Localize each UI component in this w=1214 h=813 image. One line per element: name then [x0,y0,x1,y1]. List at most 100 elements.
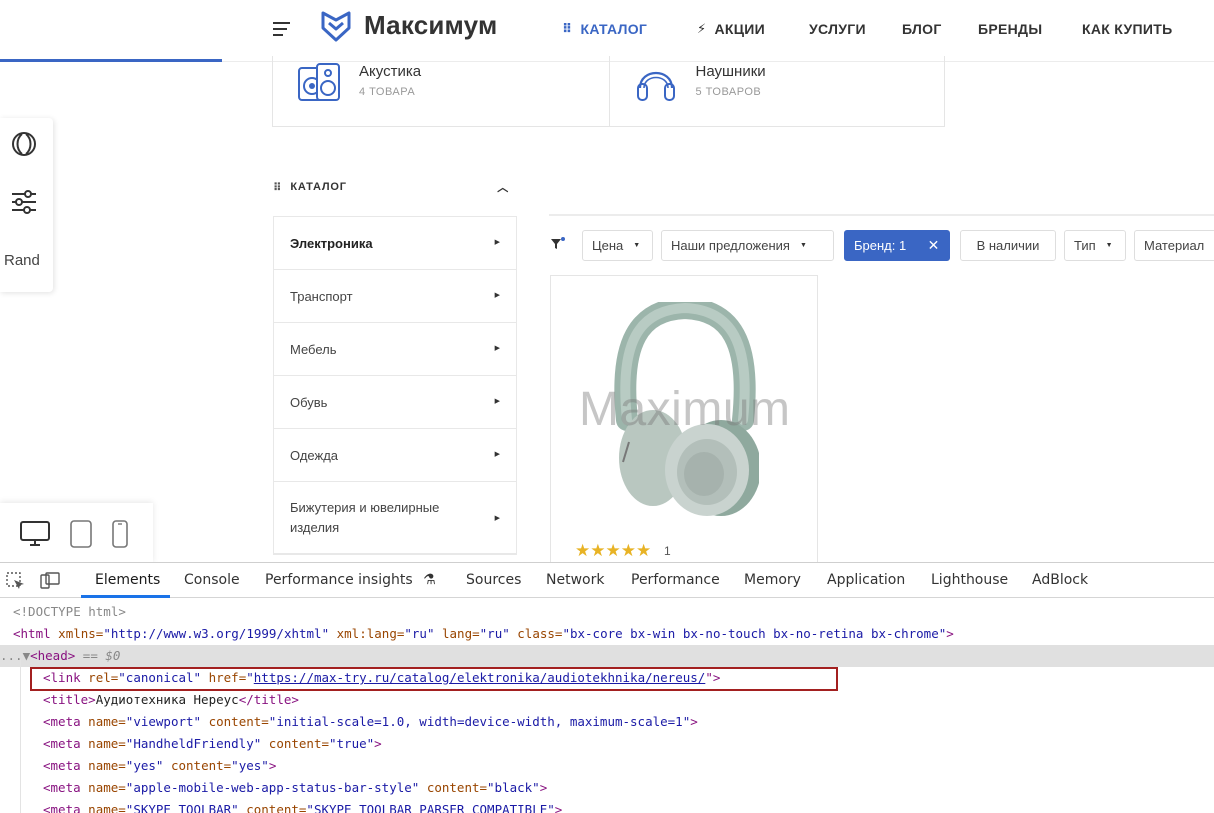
chevron-up-icon[interactable]: ︿ [497,179,509,195]
nav-how-to-buy[interactable]: КАК КУПИТЬ [1082,20,1172,38]
subcategory-name: Наушники [695,63,766,80]
nav-catalog[interactable]: ⠿ КАТАЛОГ [562,20,647,38]
filter-material-label: Материал [1144,238,1205,253]
tab-performance[interactable]: Performance [631,572,720,588]
filter-material[interactable]: Материал [1134,230,1214,261]
tablet-icon[interactable] [70,520,92,548]
desktop-icon[interactable] [20,521,50,547]
subcategory-strip: Акустика 4 ТОВАРА Наушники 5 ТОВАРОВ [272,56,945,127]
filter-price[interactable]: Цена ▼ [582,230,653,261]
filter-offers[interactable]: Наши предложения ▼ [661,230,834,261]
dom-node-title[interactable]: <title>Аудиотехника Нереус</title> [0,689,1214,711]
nav-blog[interactable]: БЛОГ [902,20,942,38]
catalog-item-clothing[interactable]: Одежда ▶ [274,429,516,482]
chevron-right-icon: ▶ [494,292,500,299]
catalog-item-label: Бижутерия и ювелирные изделия [290,499,440,535]
subcategory-count: 4 ТОВАРА [359,86,416,98]
tab-sources[interactable]: Sources [466,572,521,588]
caret-down-icon: ▼ [799,242,807,249]
chevron-right-icon: ▶ [494,398,500,405]
catalog-item-shoes[interactable]: Обувь ▶ [274,376,516,429]
catalog-item-electronics[interactable]: Электроника ▶ [274,217,516,270]
close-icon: ✕ [927,237,940,253]
devtools-tabbar: Elements Console Performance insights ⚗ … [0,563,1214,598]
tab-network[interactable]: Network [546,572,604,588]
tab-performance-insights[interactable]: Performance insights ⚗ [265,572,436,588]
filter-brand-active[interactable]: Бренд: 1 [844,230,918,261]
filter-brand-clear-button[interactable]: ✕ [917,230,950,261]
filter-icon[interactable] [550,236,566,252]
tab-console[interactable]: Console [184,572,240,588]
flask-icon: ⚗ [423,572,436,588]
tab-application[interactable]: Application [827,572,905,588]
grid-dots-icon: ⠿ [562,21,573,36]
expand-triangle-icon[interactable]: ▼ [23,648,31,663]
filter-price-label: Цена [592,238,624,253]
random-label[interactable]: Rand [4,252,40,269]
logo-icon[interactable] [320,10,352,42]
filter-in-stock-label: В наличии [976,238,1040,253]
logo-text[interactable]: Максимум [364,10,497,41]
catalog-heading[interactable]: ⠿ КАТАЛОГ ︿ [273,180,509,194]
filter-type-label: Тип [1074,238,1096,253]
subcategory-count: 5 ТОВАРОВ [695,86,762,98]
nav-how-to-buy-label: КАК КУПИТЬ [1082,21,1173,37]
filters-divider [549,214,1214,216]
menu-burger-icon[interactable] [273,22,290,36]
tab-performance-insights-label: Performance insights [265,572,413,588]
subcategory-name: Акустика [359,63,422,80]
nav-services[interactable]: УСЛУГИ [809,20,866,38]
catalog-item-transport[interactable]: Транспорт ▶ [274,270,516,323]
floating-tools-panel: Rand [0,118,53,292]
product-card[interactable]: Maximum ★★★★★ 1 [550,275,818,575]
nav-services-label: УСЛУГИ [809,21,866,37]
tab-lighthouse[interactable]: Lighthouse [931,572,1008,588]
chevron-right-icon: ▶ [494,345,500,352]
caret-down-icon: ▼ [633,242,641,249]
subcategory-headphones[interactable]: Наушники 5 ТОВАРОВ [608,56,945,126]
caret-down-icon: ▼ [1105,242,1113,249]
device-preview-panel [0,503,153,563]
filter-brand-label: Бренд: 1 [854,238,907,253]
dom-node-meta-yes[interactable]: <meta name="yes" content="yes"> [0,755,1214,777]
settings-sliders-icon[interactable] [10,188,38,216]
lightning-icon: ⚡ [697,21,707,36]
highlight-box [30,667,838,691]
nav-brands-label: БРЕНДЫ [978,21,1043,37]
catalog-item-label: Транспорт [290,288,353,304]
nav-promotions[interactable]: ⚡ АКЦИИ [697,20,765,38]
catalog-item-label: Обувь [290,394,328,410]
tab-adblock[interactable]: AdBlock [1032,572,1088,588]
filter-offers-label: Наши предложения [671,238,790,253]
site-header: Максимум ⠿ КАТАЛОГ ⚡ АКЦИИ УСЛУГИ БЛОГ Б… [0,0,1214,62]
grid-dots-icon: ⠿ [273,181,283,194]
filter-type[interactable]: Тип ▼ [1064,230,1126,261]
nav-blog-label: БЛОГ [902,21,942,37]
catalog-item-furniture[interactable]: Мебель ▶ [274,323,516,376]
rating-count: 1 [664,544,671,558]
catalog-item-label: Одежда [290,447,339,463]
catalog-item-jewelry[interactable]: Бижутерия и ювелирные изделия ▶ [274,482,516,554]
catalog-item-label: Электроника [290,235,373,251]
nav-catalog-label: КАТАЛОГ [580,21,648,37]
dom-node-doctype[interactable]: <!DOCTYPE html> [0,601,1214,623]
tab-elements[interactable]: Elements [95,572,160,588]
subcategory-acoustics[interactable]: Акустика 4 ТОВАРА [273,56,609,126]
dom-tree: <!DOCTYPE html> <html xmlns="http://www.… [0,601,1214,813]
dom-node-meta-viewport[interactable]: <meta name="viewport" content="initial-s… [0,711,1214,733]
dom-node-meta-handheld[interactable]: <meta name="HandheldFriendly" content="t… [0,733,1214,755]
dom-node-html[interactable]: <html xmlns="http://www.w3.org/1999/xhtm… [0,623,1214,645]
catalog-menu: Электроника ▶ Транспорт ▶ Мебель ▶ Обувь… [273,216,517,555]
mobile-icon[interactable] [112,520,128,548]
filter-in-stock[interactable]: В наличии [960,230,1056,261]
dom-node-meta-apple[interactable]: <meta name="apple-mobile-web-app-status-… [0,777,1214,799]
tab-memory[interactable]: Memory [744,572,801,588]
catalog-item-label: Мебель [290,341,337,357]
nav-brands[interactable]: БРЕНДЫ [978,20,1042,38]
dom-node-meta-skype[interactable]: <meta name="SKYPE_TOOLBAR" content="SKYP… [0,799,1214,813]
chevron-right-icon: ▶ [494,515,500,522]
dom-node-head-selected[interactable]: ...▼<head> == $0 [0,645,1214,667]
device-toolbar-icon[interactable] [40,572,60,590]
inspect-element-icon[interactable] [6,572,26,590]
theme-toggle-icon[interactable] [10,130,38,158]
